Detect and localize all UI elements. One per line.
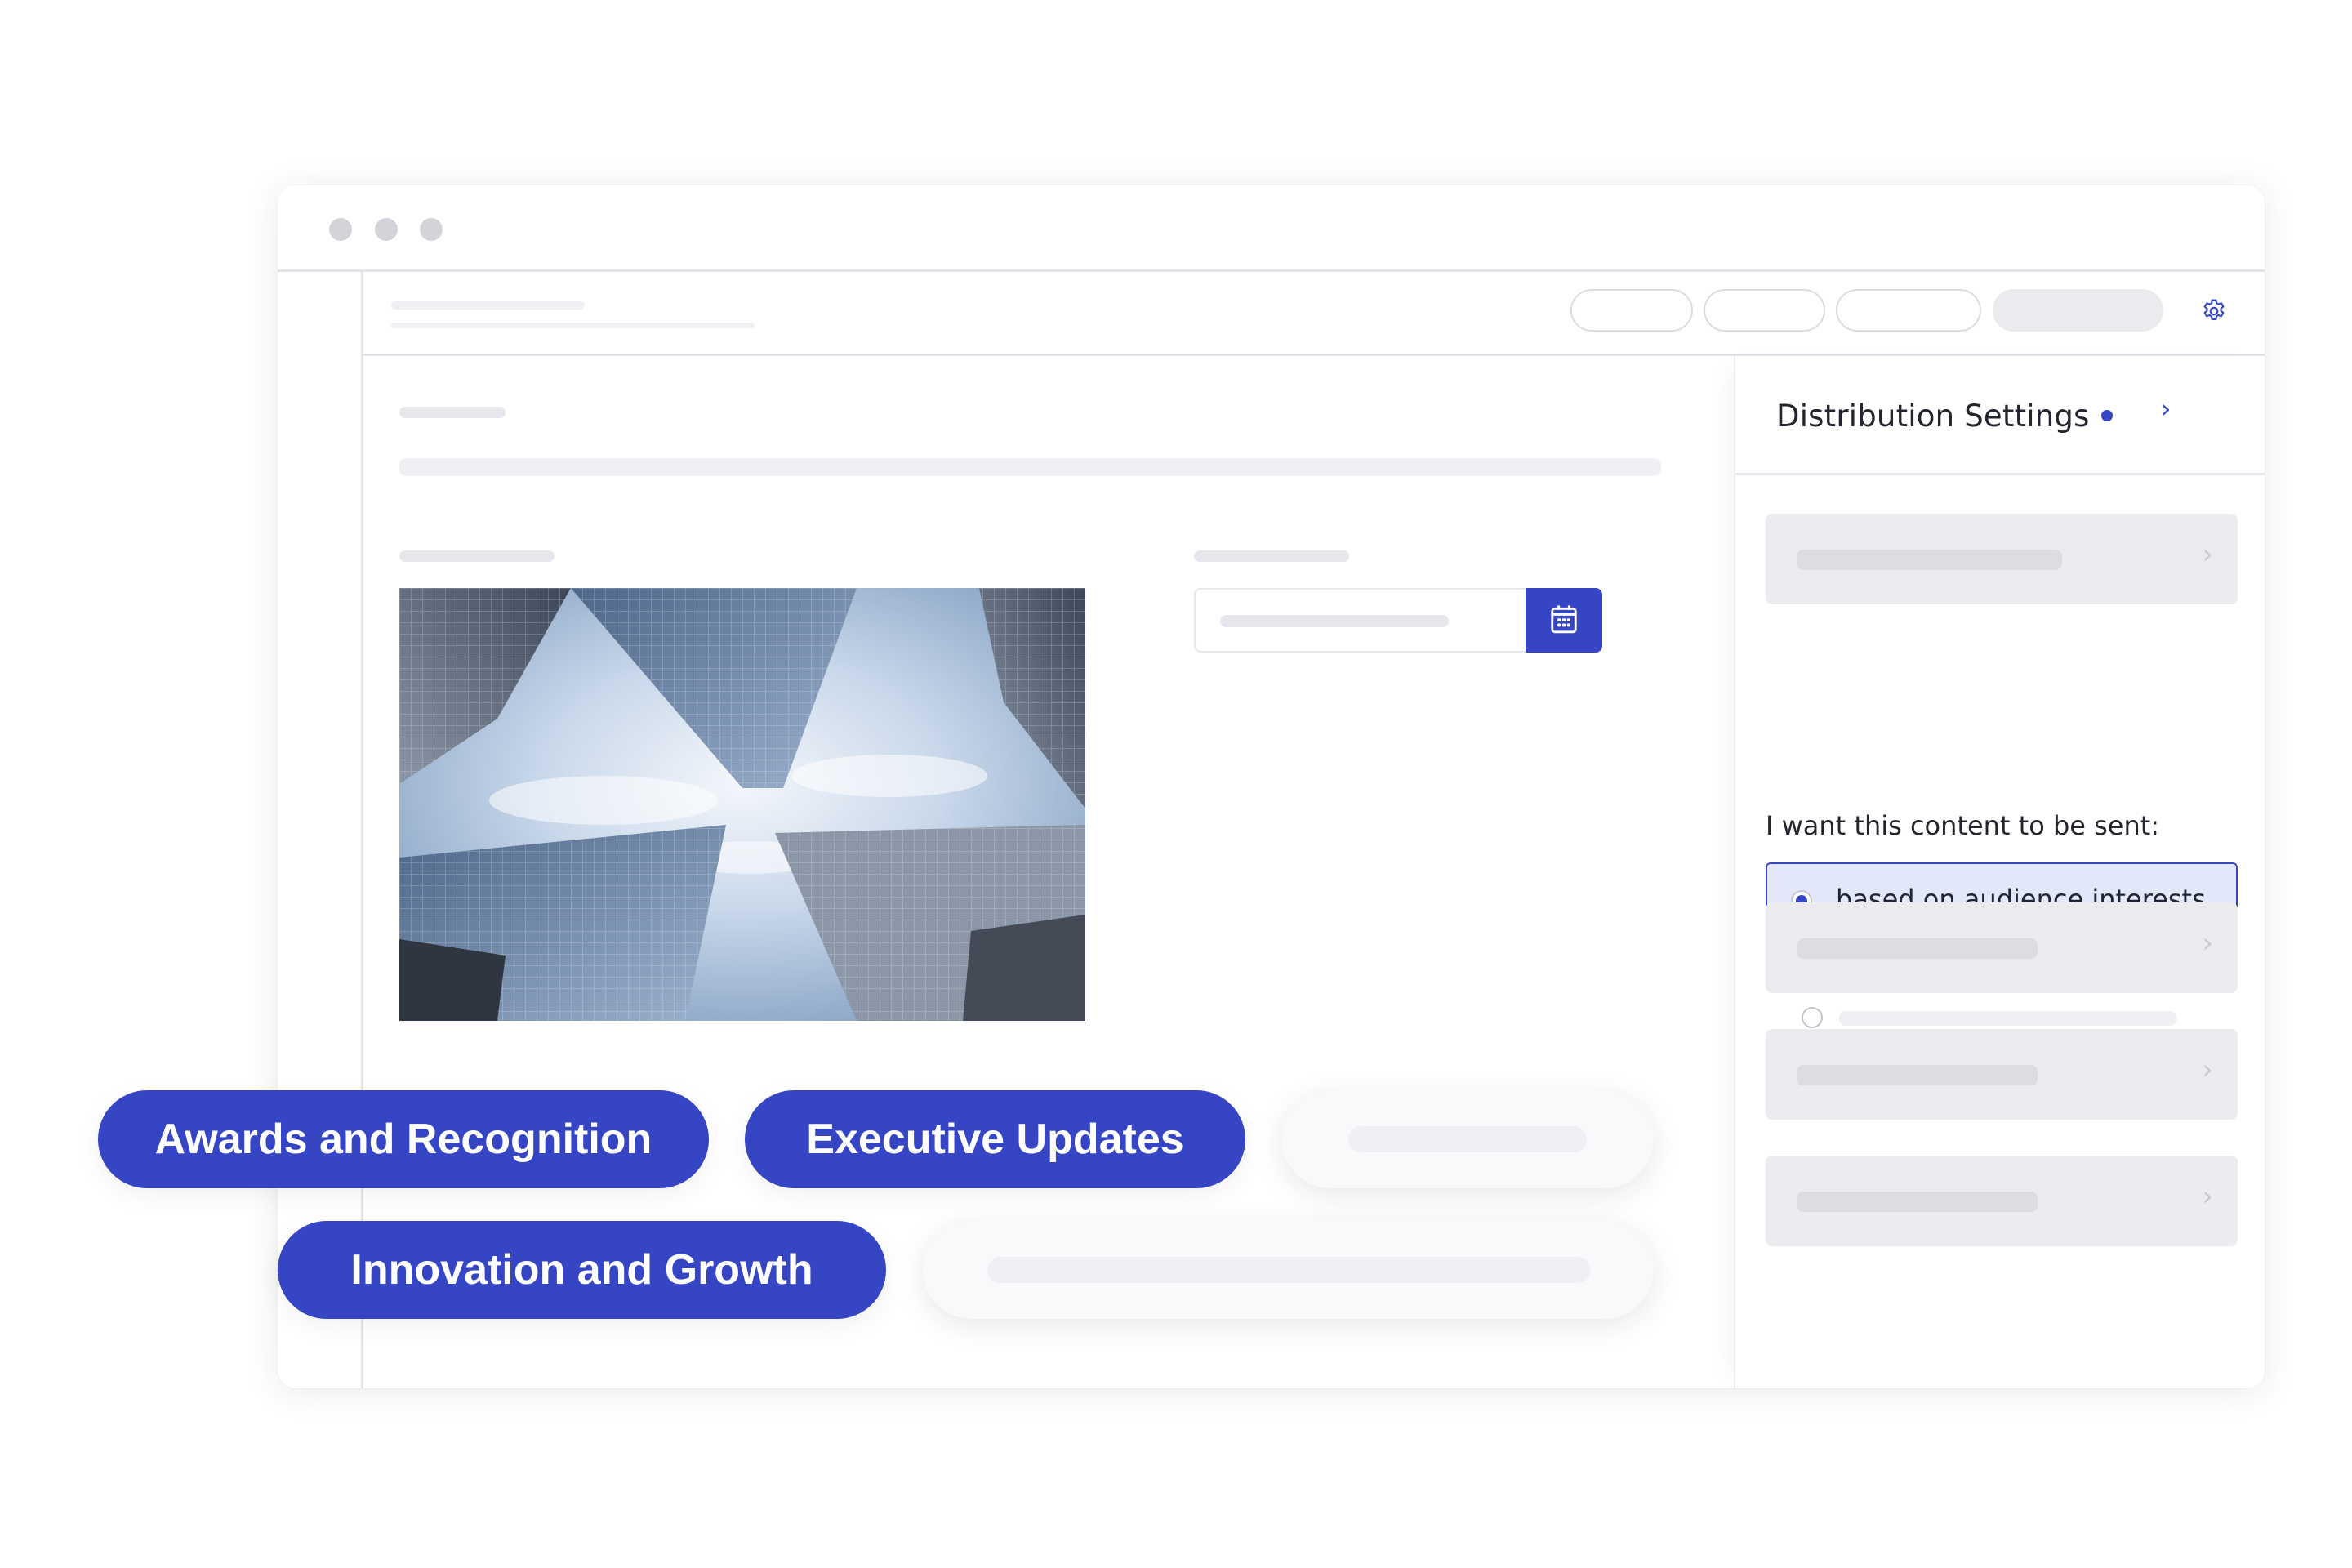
tag-executive-updates[interactable]: Executive Updates [745, 1090, 1245, 1188]
chevron-right-icon[interactable]: › [2160, 393, 2172, 425]
date-picker-button[interactable] [1526, 588, 1602, 653]
chevron-right-icon: › [2202, 1054, 2213, 1086]
accordion-item-3[interactable]: › [1766, 1029, 2238, 1120]
radio-option-3[interactable] [1802, 1007, 1823, 1028]
header-primary-button[interactable] [1993, 289, 2163, 332]
title-bar [278, 185, 2265, 272]
title-field-placeholder[interactable] [399, 458, 1661, 476]
section-label-placeholder [399, 407, 506, 418]
accordion-item-2[interactable]: › [1766, 902, 2238, 993]
accordion-label-placeholder [1797, 550, 2062, 570]
accordion-label-placeholder [1797, 1065, 2038, 1085]
panel-title: Distribution Settings [1776, 399, 2113, 434]
accordion-item-1[interactable]: › [1766, 514, 2238, 604]
header-button-1[interactable] [1570, 289, 1693, 332]
header-subtitle-placeholder [391, 323, 755, 328]
date-value-placeholder [1220, 615, 1449, 627]
cover-image[interactable] [399, 588, 1085, 1021]
app-window: Distribution Settings › › I want this co… [278, 185, 2265, 1388]
status-dot [2100, 409, 2113, 421]
panel-header-divider [1735, 473, 2265, 475]
tag-innovation-and-growth[interactable]: Innovation and Growth [278, 1221, 886, 1319]
accordion-item-4[interactable]: › [1766, 1156, 2238, 1246]
chevron-right-icon: › [2202, 927, 2213, 960]
image-label-placeholder [399, 550, 555, 562]
distribution-question: I want this content to be sent: [1766, 810, 2160, 841]
tag-placeholder-1[interactable] [1281, 1090, 1654, 1188]
accordion-label-placeholder [1797, 938, 2038, 959]
calendar-icon [1548, 602, 1579, 639]
window-close-dot[interactable] [329, 218, 352, 241]
tag-placeholder-2[interactable] [923, 1221, 1654, 1319]
date-label-placeholder [1194, 550, 1349, 562]
window-minimize-dot[interactable] [375, 218, 398, 241]
option-3-label-placeholder [1839, 1011, 2176, 1026]
header-button-3[interactable] [1836, 289, 1981, 332]
tag-label-placeholder [1348, 1126, 1587, 1152]
chevron-right-icon: › [2202, 1180, 2213, 1213]
tag-awards-and-recognition[interactable]: Awards and Recognition [98, 1090, 709, 1188]
header-button-2[interactable] [1704, 289, 1825, 332]
window-maximize-dot[interactable] [420, 218, 443, 241]
date-input[interactable] [1194, 588, 1527, 653]
distribution-settings-panel: Distribution Settings › › I want this co… [1734, 356, 2265, 1388]
tag-label-placeholder [987, 1257, 1590, 1283]
chevron-right-icon: › [2202, 538, 2213, 571]
header-title-placeholder [391, 301, 585, 310]
gear-icon[interactable] [2200, 297, 2228, 325]
accordion-label-placeholder [1797, 1192, 2038, 1212]
